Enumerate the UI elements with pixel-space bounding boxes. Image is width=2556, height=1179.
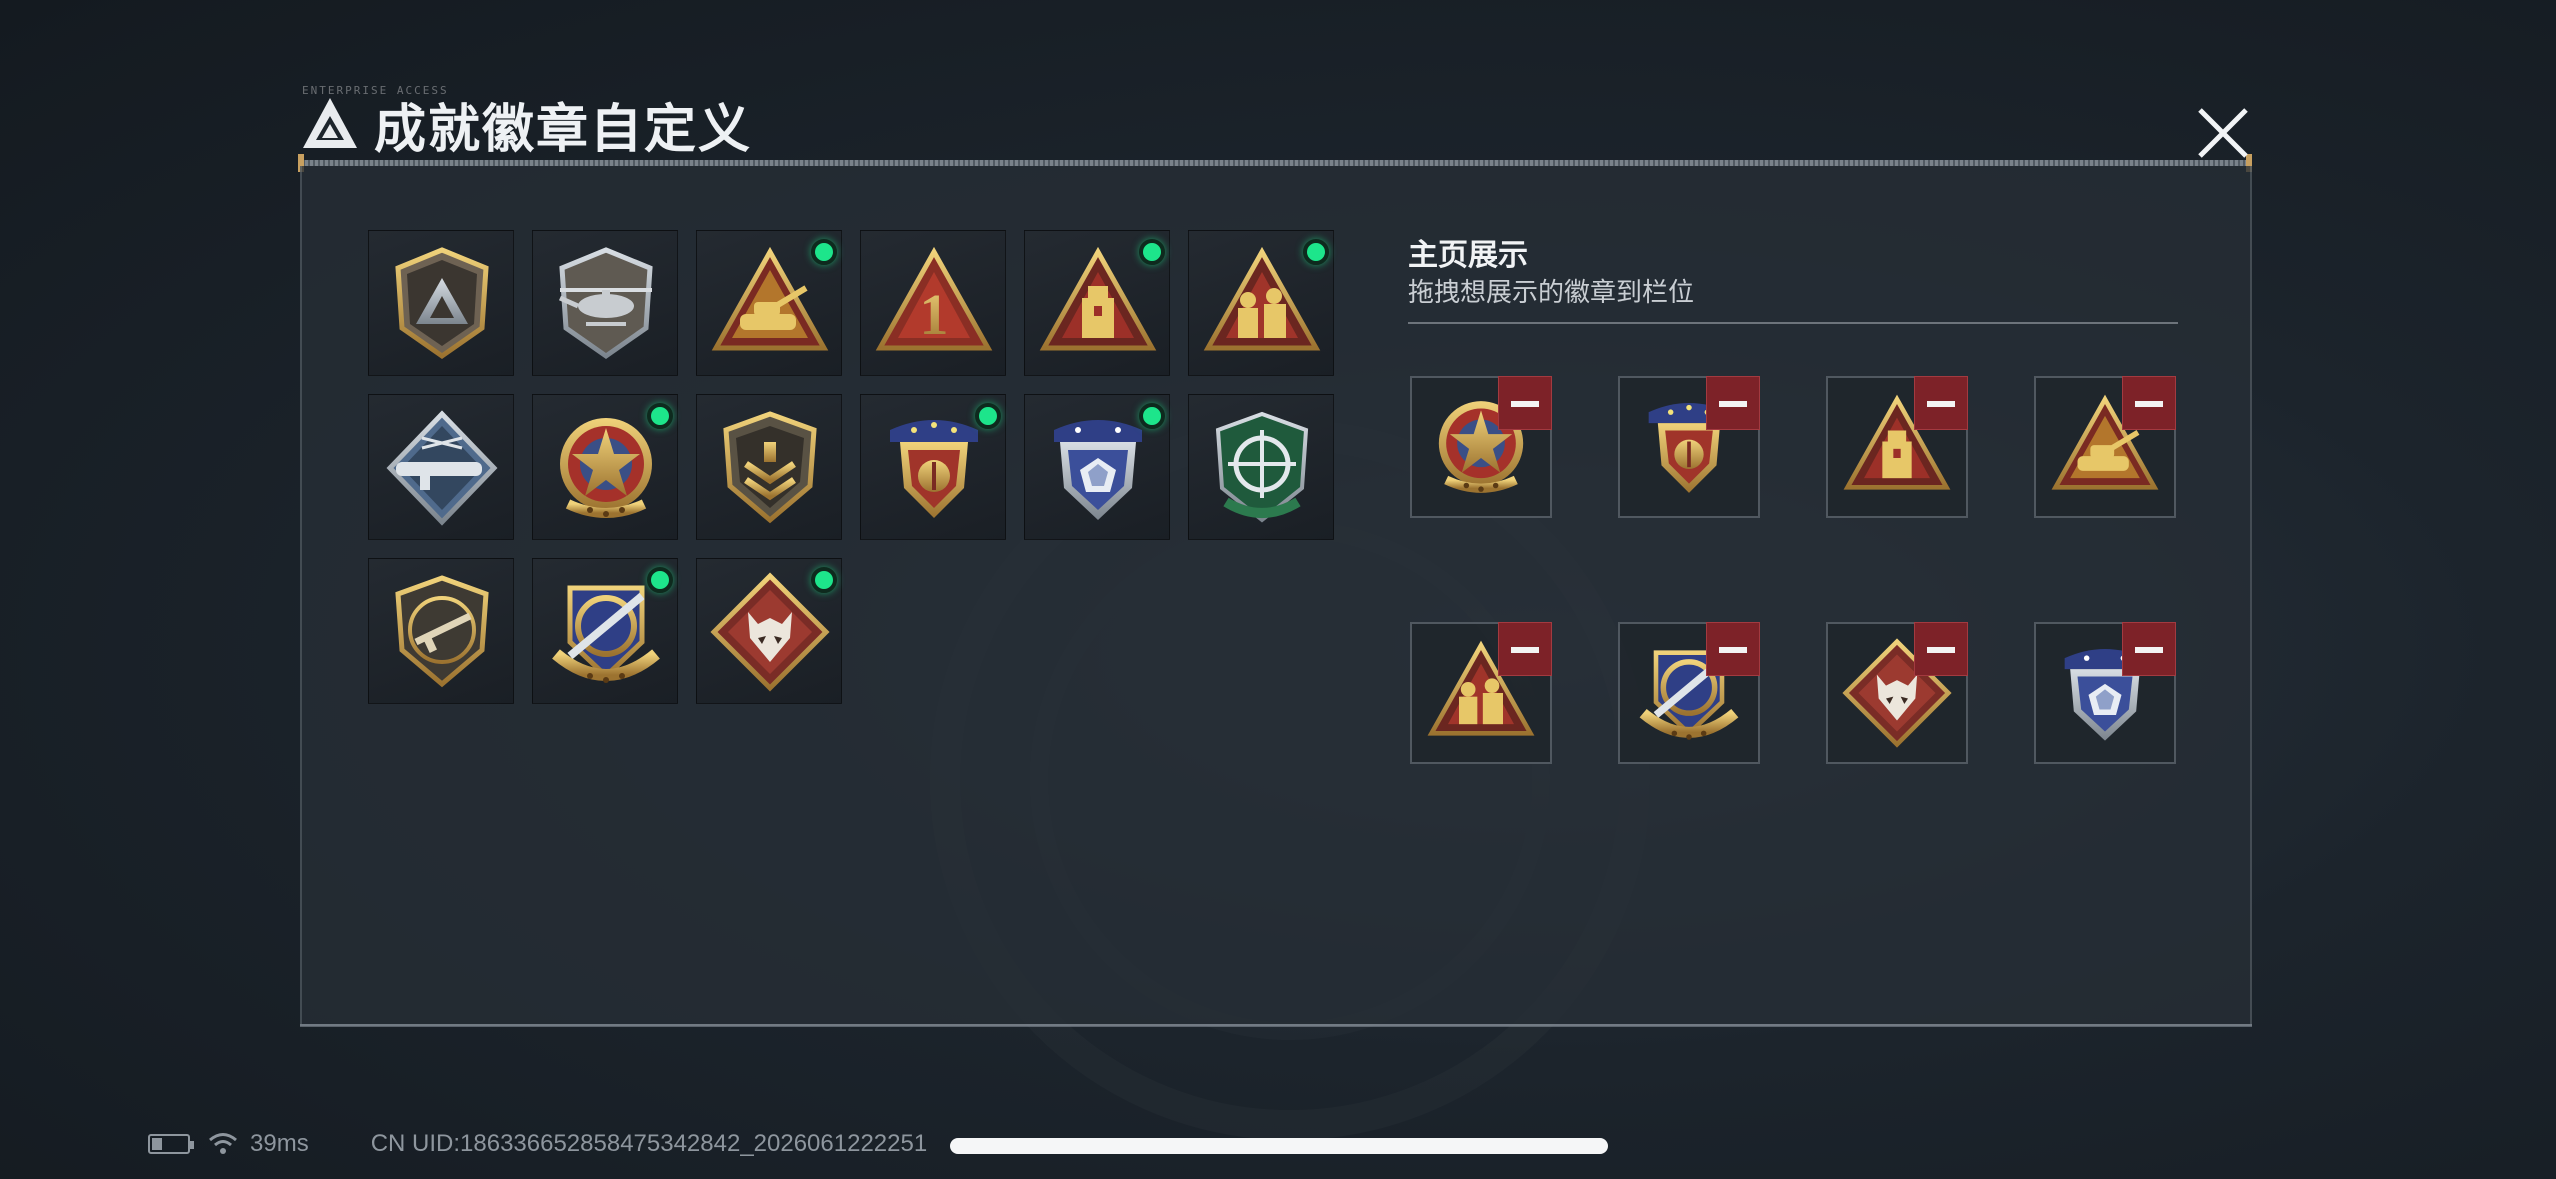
uid-label: CN UID:18633665285847534​2842_2026061222…	[370, 1130, 928, 1157]
chevron-shield-badge-icon	[710, 408, 830, 528]
new-indicator-dot	[647, 403, 673, 429]
badge-cell[interactable]	[860, 394, 1006, 540]
badge-cell[interactable]	[1188, 230, 1334, 376]
showcase-slot[interactable]	[1410, 376, 1552, 518]
badge-cell[interactable]	[532, 394, 678, 540]
badge-cell[interactable]	[368, 558, 514, 704]
page-title: 成就徽章自定义	[374, 100, 753, 159]
new-indicator-dot	[811, 567, 837, 593]
remove-badge-button[interactable]	[1706, 622, 1760, 676]
showcase-subtitle: 拖拽想展示的徽章到栏位	[1408, 277, 1695, 307]
showcase-slot[interactable]	[1618, 376, 1760, 518]
new-indicator-dot	[1139, 239, 1165, 265]
home-indicator[interactable]	[950, 1138, 1608, 1154]
badge-cell[interactable]	[696, 230, 842, 376]
badge-cell[interactable]	[368, 394, 514, 540]
close-button[interactable]	[2190, 100, 2256, 166]
wifi-icon	[209, 1133, 237, 1154]
showcase-slot[interactable]	[1826, 622, 1968, 764]
gem-shield-badge-icon	[1038, 408, 1158, 528]
badge-cell[interactable]	[1024, 230, 1170, 376]
battery-icon	[148, 1134, 194, 1154]
close-icon	[2198, 108, 2248, 158]
star-wreath-badge-icon	[546, 408, 666, 528]
panel-bottom-border	[300, 1024, 2252, 1027]
showcase-title: 主页展示	[1408, 239, 1528, 272]
laurel-shield-badge-icon	[874, 408, 994, 528]
badge-cell[interactable]	[1188, 394, 1334, 540]
showcase-slot[interactable]	[2034, 376, 2176, 518]
showcase-slot[interactable]	[1826, 376, 1968, 518]
tank-triangle-badge-icon	[710, 244, 830, 364]
rifle-shield-badge-icon	[382, 572, 502, 692]
status-bar: 39ms CN UID:18633665285847534​2842_20260…	[148, 1130, 927, 1158]
remove-badge-button[interactable]	[1706, 376, 1760, 430]
badge-cell[interactable]	[696, 394, 842, 540]
badge-cell[interactable]	[532, 558, 678, 704]
new-indicator-dot	[1139, 403, 1165, 429]
remove-badge-button[interactable]	[2122, 622, 2176, 676]
wolf-diamond-badge-icon	[710, 572, 830, 692]
mountain-shield-badge-icon	[382, 244, 502, 364]
ping-label: 39ms	[250, 1130, 309, 1157]
new-indicator-dot	[975, 403, 1001, 429]
new-indicator-dot	[1303, 239, 1329, 265]
remove-badge-button[interactable]	[1498, 622, 1552, 676]
number-one-triangle-badge-icon	[874, 244, 994, 364]
badge-cell[interactable]	[368, 230, 514, 376]
showcase-divider	[1408, 322, 2178, 324]
remove-badge-button[interactable]	[1914, 376, 1968, 430]
target-sword-badge-icon	[546, 572, 666, 692]
showcase-slot[interactable]	[2034, 622, 2176, 764]
triangle-logo-icon	[303, 98, 357, 148]
badge-cell[interactable]	[696, 558, 842, 704]
badge-cell[interactable]	[532, 230, 678, 376]
remove-badge-button[interactable]	[1498, 376, 1552, 430]
squad-triangle-badge-icon	[1202, 244, 1322, 364]
rocket-launcher-diamond-badge-icon	[382, 408, 502, 528]
showcase-slot[interactable]	[1618, 622, 1760, 764]
showcase-slot[interactable]	[1410, 622, 1552, 764]
helicopter-badge-icon	[546, 244, 666, 364]
remove-badge-button[interactable]	[1914, 622, 1968, 676]
new-indicator-dot	[647, 567, 673, 593]
soldier-triangle-badge-icon	[1038, 244, 1158, 364]
window-header: 成就徽章自定义	[300, 92, 752, 159]
badge-cell[interactable]	[1024, 394, 1170, 540]
crosshair-green-shield-badge-icon	[1202, 408, 1322, 528]
new-indicator-dot	[811, 239, 837, 265]
remove-badge-button[interactable]	[2122, 376, 2176, 430]
badge-cell[interactable]	[860, 230, 1006, 376]
